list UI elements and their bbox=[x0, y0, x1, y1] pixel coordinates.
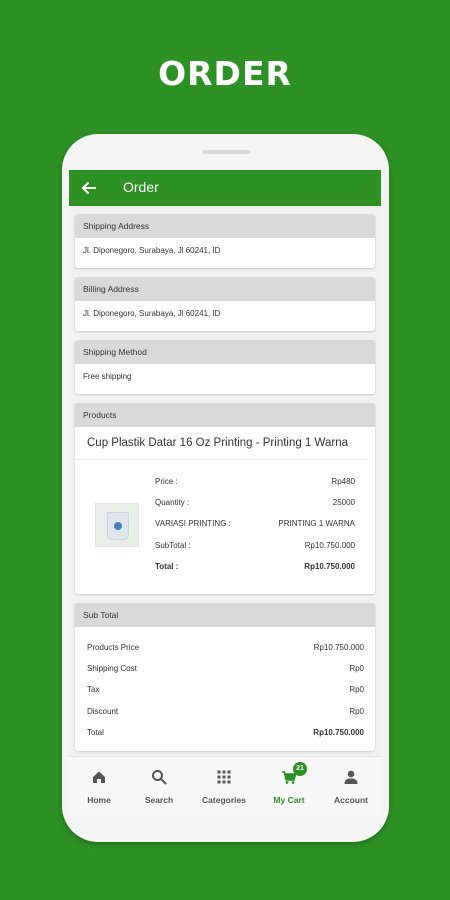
discount-label: Discount bbox=[87, 707, 119, 716]
app-screen: Order Shipping Address Jl. Diponegoro, S… bbox=[69, 170, 381, 815]
billing-address-header: Billing Address bbox=[75, 277, 375, 301]
nav-cart-label: My Cart bbox=[273, 795, 305, 805]
phone-frame: Order Shipping Address Jl. Diponegoro, S… bbox=[62, 134, 389, 842]
back-arrow-icon[interactable] bbox=[81, 180, 97, 196]
shipping-method-card: Shipping Method Free shipping bbox=[75, 340, 375, 394]
price-label: Price : bbox=[155, 477, 178, 486]
nav-search[interactable]: Search bbox=[129, 757, 189, 815]
billing-address-card: Billing Address Jl. Diponegoro, Surabaya… bbox=[75, 277, 375, 331]
products-price-label: Products Price bbox=[87, 643, 140, 652]
tax-value: Rp0 bbox=[349, 685, 364, 694]
tax-label: Tax bbox=[87, 685, 100, 694]
cup-image bbox=[107, 512, 129, 540]
nav-search-label: Search bbox=[144, 795, 174, 805]
hero-title: ORDER bbox=[158, 54, 292, 93]
shipping-address-header: Shipping Address bbox=[75, 214, 375, 238]
phone-speaker bbox=[202, 150, 250, 154]
shipping-method-header: Shipping Method bbox=[75, 340, 375, 364]
search-icon bbox=[152, 770, 167, 785]
cart-count-badge: 21 bbox=[293, 762, 307, 776]
subtotal-header: Sub Total bbox=[75, 603, 375, 627]
nav-home[interactable]: Home bbox=[69, 757, 129, 815]
nav-account-label: Account bbox=[334, 795, 368, 805]
shipping-cost-value: Rp0 bbox=[349, 664, 364, 673]
grand-total-label: Total bbox=[87, 728, 104, 737]
product-image[interactable] bbox=[95, 503, 139, 547]
grand-total-value: Rp10.750.000 bbox=[313, 728, 364, 737]
grid-icon bbox=[217, 770, 231, 784]
price-value: Rp480 bbox=[331, 477, 355, 486]
variation-label: VARIASI PRINTING : bbox=[155, 519, 231, 528]
total-label: Total : bbox=[155, 562, 179, 571]
quantity-label: Quantity : bbox=[155, 498, 190, 507]
shipping-address-card: Shipping Address Jl. Diponegoro, Surabay… bbox=[75, 214, 375, 268]
variation-value: PRINTING 1 WARNA bbox=[278, 519, 355, 528]
products-card: Products Cup Plastik Datar 16 Oz Printin… bbox=[75, 403, 375, 594]
cup-print-mark bbox=[114, 522, 122, 530]
nav-categories-label: Categories bbox=[202, 795, 246, 805]
nav-cart[interactable]: 21 My Cart bbox=[259, 757, 319, 815]
products-price-value: Rp10.750.000 bbox=[313, 643, 364, 652]
total-value: Rp10.750.000 bbox=[304, 562, 355, 571]
nav-home-label: Home bbox=[87, 795, 111, 805]
nav-categories[interactable]: Categories bbox=[194, 757, 254, 815]
nav-account[interactable]: Account bbox=[321, 757, 381, 815]
products-header: Products bbox=[75, 403, 375, 427]
product-title[interactable]: Cup Plastik Datar 16 Oz Printing - Print… bbox=[75, 427, 367, 460]
billing-address-value: Jl. Diponegoro, Surabaya, Jl 60241, ID bbox=[83, 309, 221, 318]
home-icon bbox=[93, 771, 105, 783]
shipping-method-value: Free shipping bbox=[83, 372, 132, 381]
discount-value: Rp0 bbox=[349, 707, 364, 716]
bottom-nav: Home Search Categories 21 My Cart Accoun… bbox=[69, 756, 381, 815]
subtotal-label: SubTotal : bbox=[155, 541, 191, 550]
shipping-address-value: Jl. Diponegoro, Surabaya, Jl 60241, ID bbox=[83, 246, 221, 255]
app-bar: Order bbox=[69, 170, 381, 206]
page-title: Order bbox=[123, 179, 159, 195]
subtotal-value: Rp10.750.000 bbox=[304, 541, 355, 550]
subtotal-card: Sub Total Products Price Rp10.750.000 Sh… bbox=[75, 603, 375, 751]
person-icon bbox=[344, 770, 358, 784]
shipping-cost-label: Shipping Cost bbox=[87, 664, 137, 673]
quantity-value: 25000 bbox=[332, 498, 355, 507]
